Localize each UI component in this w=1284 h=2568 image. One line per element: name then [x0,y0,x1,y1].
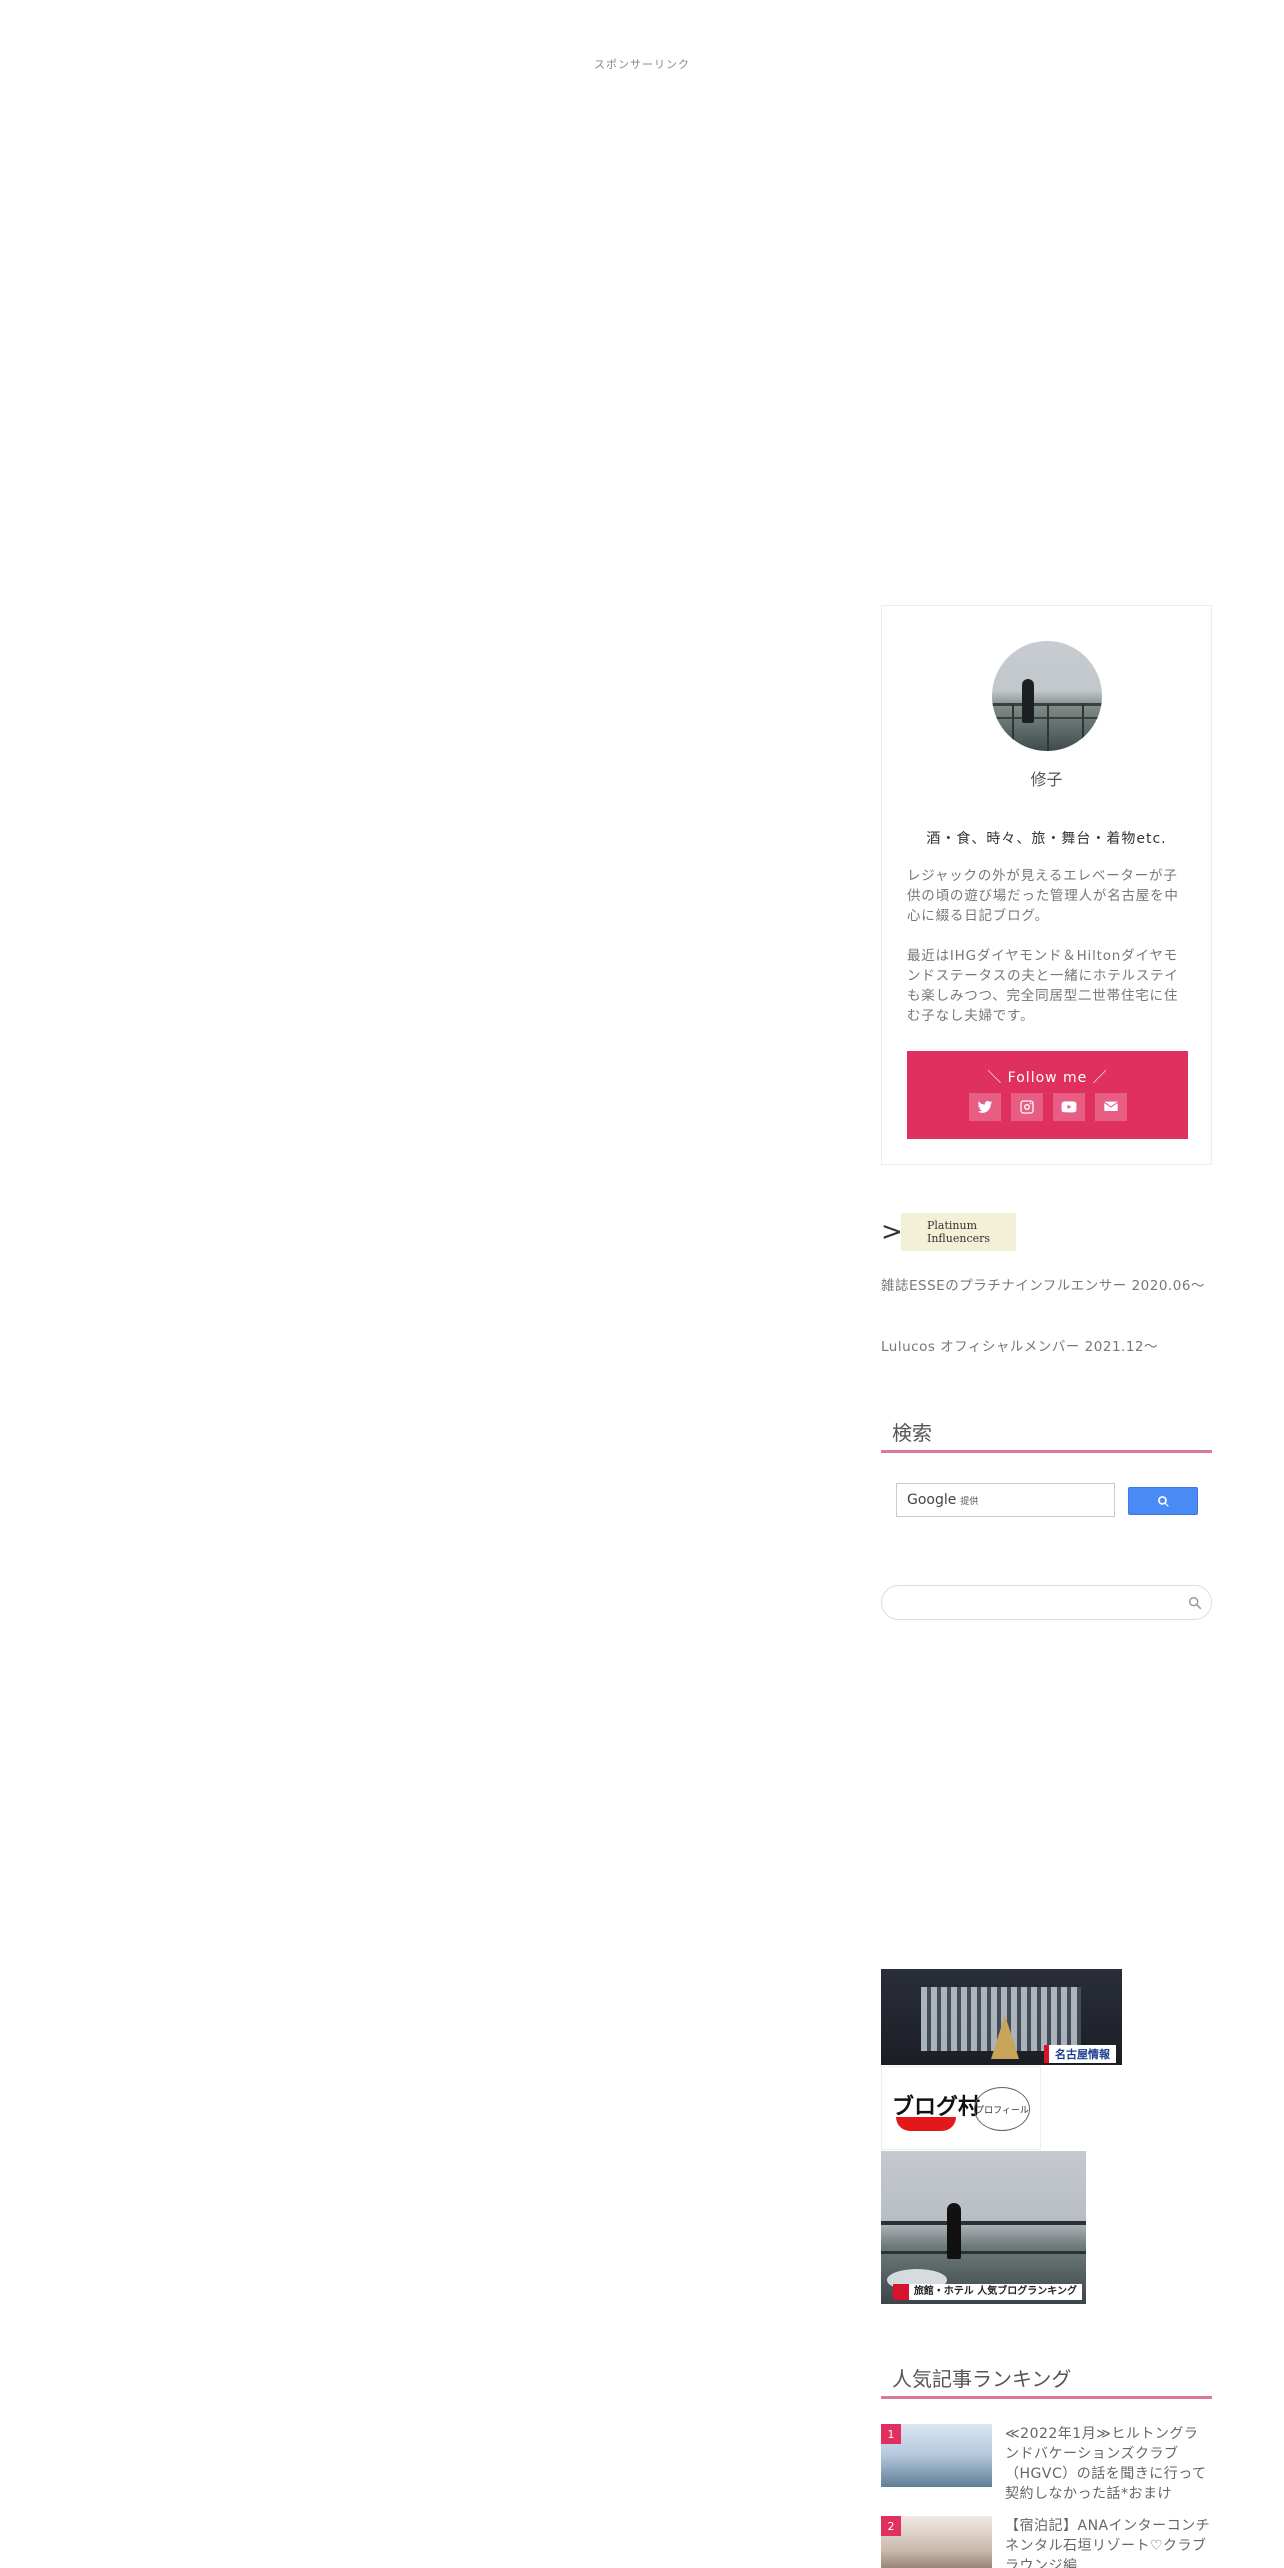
instagram-icon[interactable] [1010,1093,1043,1121]
search-widget-title: 検索 [881,1417,1212,1453]
ranking-title[interactable]: 【宿泊記】ANAインターコンチネンタル石垣リゾート♡クラブラウンジ編 [1005,2516,1212,2568]
sponsored-link-label: スポンサーリンク [594,58,690,71]
twitter-icon[interactable] [968,1093,1001,1121]
ranking-number: 1 [881,2424,901,2444]
profile-avatar [992,641,1102,751]
ranking-title[interactable]: ≪2022年1月≫ヒルトングランドバケーションズクラブ（HGVC）の話を聞きに行… [1005,2424,1212,2504]
google-label: Google [907,1492,957,1508]
follow-me-title: ＼ Follow me ／ [987,1070,1108,1086]
esse-influencer-text: 雑誌ESSEのプラチナインフルエンサー 2020.06～ [881,1278,1205,1294]
nagoya-info-banner[interactable]: 名古屋情報 [881,1969,1122,2065]
youtube-icon[interactable] [1052,1093,1085,1121]
hotel-ranking-label: 旅館・ホテル 人気ブログランキング [892,2284,1082,2300]
platinum-influencers-badge[interactable]: > Platinum Influencers [881,1213,1016,1251]
profile-description-1: レジャックの外が見えるエレベーターが子供の頃の遊び場だった管理人が名古屋を中心に… [907,868,1179,924]
blogmura-profile-banner[interactable]: ブログ村 プロフィール [881,2066,1041,2150]
profile-card: 修子 酒・食、時々、旅・舞台・着物etc. レジャックの外が見えるエレベーターが… [881,605,1212,1165]
ranking-number: 2 [881,2516,901,2536]
badge-line-2: Influencers [927,1232,991,1245]
nagoya-info-label: 名古屋情報 [1044,2045,1116,2063]
follow-me-box: ＼ Follow me ／ [907,1051,1188,1139]
ranking-item[interactable]: 2 【宿泊記】ANAインターコンチネンタル石垣リゾート♡クラブラウンジ編 [881,2516,1212,2568]
ranking-widget-title: 人気記事ランキング [881,2363,1212,2399]
search-icon[interactable] [1187,1595,1203,1611]
search-icon [1157,1495,1169,1507]
blogmura-profile-label: プロフィール [974,2087,1030,2131]
google-search-input[interactable]: Google 提供 [896,1483,1115,1517]
ranking-item[interactable]: 1 ≪2022年1月≫ヒルトングランドバケーションズクラブ（HGVC）の話を聞き… [881,2424,1212,2504]
badge-line-1: Platinum [927,1219,978,1232]
google-search-button[interactable] [1128,1487,1198,1515]
hotel-ranking-banner[interactable]: 旅館・ホテル 人気ブログランキング [881,2151,1086,2304]
profile-tagline: 酒・食、時々、旅・舞台・着物etc. [926,831,1167,847]
lulucos-member-text: Lulucos オフィシャルメンバー 2021.12～ [881,1339,1159,1355]
google-sub-label: 提供 [960,1497,979,1507]
site-search-input[interactable] [881,1585,1212,1620]
profile-description-2: 最近はIHGダイヤモンド＆Hiltonダイヤモンドステータスの夫と一緒にホテルス… [907,948,1179,1024]
mail-icon[interactable] [1094,1093,1127,1121]
profile-name: 修子 [1030,770,1063,789]
